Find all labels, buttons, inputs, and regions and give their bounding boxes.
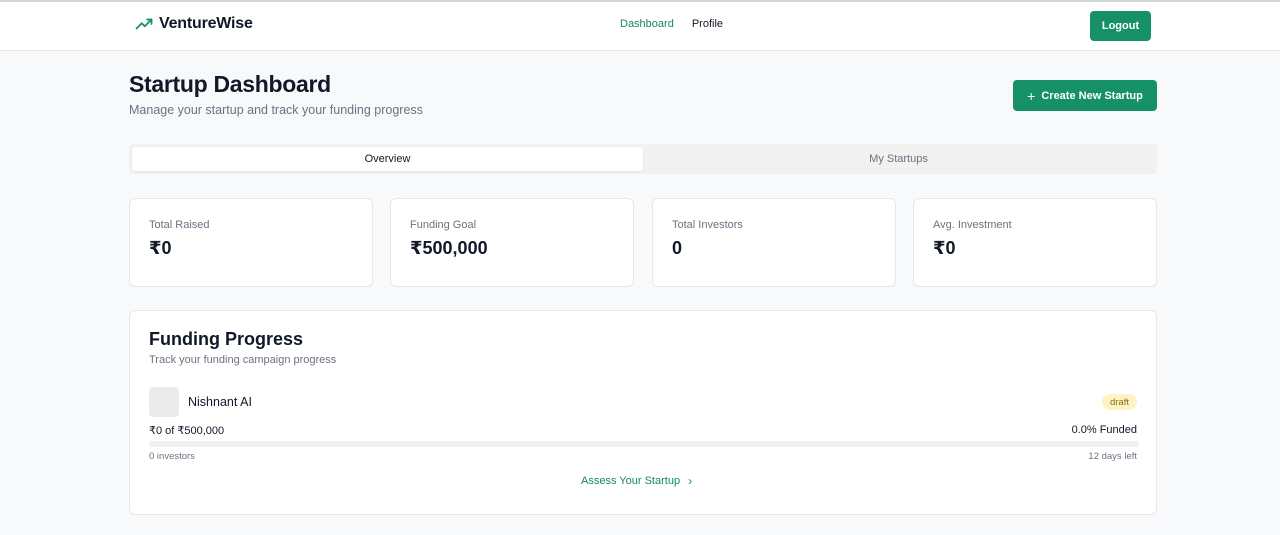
page-title: Startup Dashboard: [129, 71, 331, 97]
funding-progress-title: Funding Progress: [149, 329, 304, 349]
startup-name[interactable]: Nishnant AI: [188, 395, 252, 409]
status-badge: draft: [1101, 394, 1137, 410]
days-left: 12 days left: [1088, 451, 1137, 462]
brand-name: VentureWise: [159, 15, 253, 32]
assess-startup-link[interactable]: Assess Your Startup ›: [581, 475, 692, 487]
stat-value: 0: [672, 238, 683, 258]
stat-value: ₹500,000: [410, 238, 488, 258]
assess-startup-label: Assess Your Startup: [581, 475, 681, 487]
funding-progress-card: Funding Progress Track your funding camp…: [129, 310, 1157, 515]
tab-overview[interactable]: Overview: [132, 147, 643, 171]
page-subtitle: Manage your startup and track your fundi…: [129, 103, 423, 117]
brand[interactable]: VentureWise: [135, 15, 253, 33]
stat-card-total-investors: Total Investors 0: [652, 198, 896, 287]
stat-label: Total Raised: [149, 219, 210, 231]
stat-label: Total Investors: [672, 219, 743, 231]
funding-progress-subtitle: Track your funding campaign progress: [149, 354, 337, 366]
plus-icon: +: [1027, 87, 1036, 104]
chevron-right-icon: ›: [688, 474, 693, 488]
raised-amount: ₹0 of ₹500,000: [149, 425, 225, 437]
stat-value: ₹0: [149, 238, 172, 258]
logout-button[interactable]: Logout: [1090, 11, 1151, 41]
funded-percent: 0.0% Funded: [1071, 424, 1137, 436]
stat-card-avg-investment: Avg. Investment ₹0: [913, 198, 1157, 287]
stat-label: Avg. Investment: [933, 219, 1012, 231]
nav-profile[interactable]: Profile: [692, 18, 723, 30]
funding-progress-bar: [149, 441, 1139, 447]
nav-dashboard[interactable]: Dashboard: [620, 18, 674, 30]
investor-count: 0 investors: [149, 451, 195, 462]
tab-my-startups[interactable]: My Startups: [643, 147, 1154, 171]
stat-card-total-raised: Total Raised ₹0: [129, 198, 373, 287]
dashboard-tabs: Overview My Startups: [129, 144, 1157, 174]
stat-label: Funding Goal: [410, 219, 477, 231]
top-navbar: VentureWise Dashboard Profile Logout: [0, 2, 1280, 51]
create-new-startup-label: Create New Startup: [1041, 89, 1143, 102]
stat-value: ₹0: [933, 238, 956, 258]
trending-up-icon: [135, 18, 153, 30]
create-new-startup-button[interactable]: + Create New Startup: [1013, 80, 1157, 111]
startup-logo-placeholder: [149, 387, 179, 417]
stat-card-funding-goal: Funding Goal ₹500,000: [390, 198, 634, 287]
main-nav: Dashboard Profile: [620, 18, 723, 30]
